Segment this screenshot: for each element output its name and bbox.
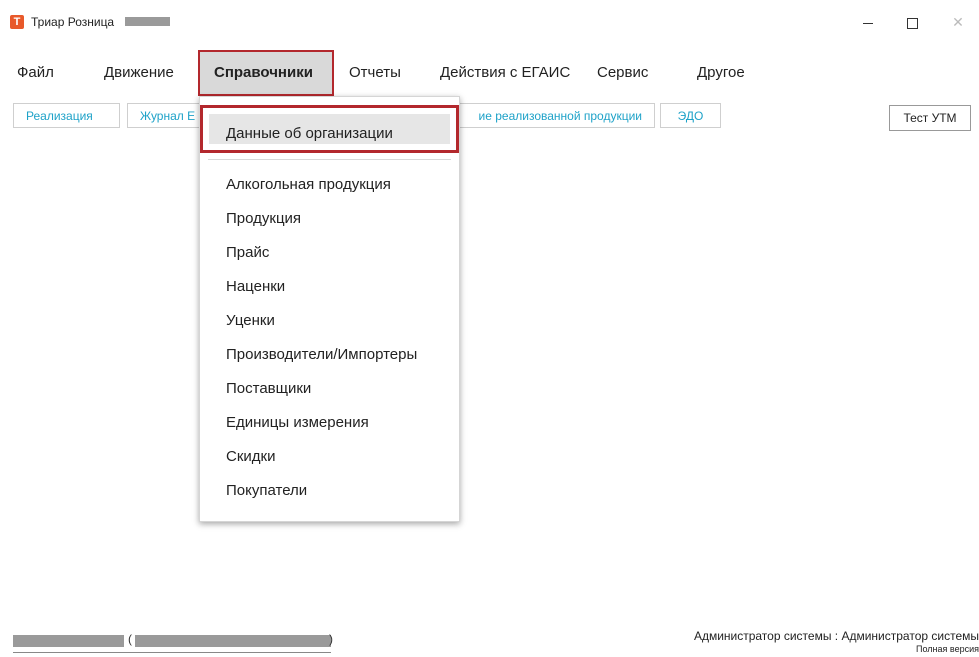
toolbar-sales-button[interactable]: Реализация xyxy=(13,103,120,128)
app-window: T Триар Розница ✕ Файл Движение Справочн… xyxy=(0,0,979,657)
menu-item-units[interactable]: Единицы измерения xyxy=(226,413,369,433)
menu-item-suppliers[interactable]: Поставщики xyxy=(226,379,311,399)
menu-egais-actions[interactable]: Действия с ЕГАИС xyxy=(440,50,570,96)
menu-item-manufacturers[interactable]: Производители/Импортеры xyxy=(226,345,417,365)
status-paren-open: ( xyxy=(128,632,132,646)
toolbar-edo-button[interactable]: ЭДО xyxy=(660,103,721,128)
close-button[interactable]: ✕ xyxy=(938,8,978,36)
redacted-org-name xyxy=(13,635,124,647)
menu-directories[interactable]: Справочники xyxy=(198,50,334,96)
menu-reports[interactable]: Отчеты xyxy=(349,50,401,96)
menu-item-markdowns[interactable]: Уценки xyxy=(226,311,275,331)
status-version: Полная версия xyxy=(916,644,979,654)
minimize-button[interactable] xyxy=(848,8,888,36)
menu-movement[interactable]: Движение xyxy=(104,50,174,96)
window-title: Триар Розница xyxy=(31,15,115,29)
menu-item-price[interactable]: Прайс xyxy=(226,243,269,263)
menu-other[interactable]: Другое xyxy=(697,50,745,96)
status-user: Администратор системы : Администратор си… xyxy=(693,629,979,643)
close-icon: ✕ xyxy=(952,14,964,30)
status-underline xyxy=(13,652,331,653)
app-icon: T xyxy=(10,15,24,29)
redacted-title-part xyxy=(125,17,170,26)
menu-item-products[interactable]: Продукция xyxy=(226,209,301,229)
redacted-org-details xyxy=(135,635,331,647)
maximize-button[interactable] xyxy=(892,8,932,36)
menu-item-discounts[interactable]: Скидки xyxy=(226,447,275,467)
status-paren-close: ) xyxy=(329,632,333,646)
menu-item-customers[interactable]: Покупатели xyxy=(226,481,307,501)
menu-item-organization-data[interactable]: Данные об организации xyxy=(226,124,393,144)
menu-item-alcohol-products[interactable]: Алкогольная продукция xyxy=(226,175,391,195)
menu-item-markups[interactable]: Наценки xyxy=(226,277,285,297)
menu-service[interactable]: Сервис xyxy=(597,50,648,96)
test-utm-button[interactable]: Тест УТМ xyxy=(889,105,971,131)
directories-dropdown-menu: Данные об организации Алкогольная продук… xyxy=(199,96,460,522)
maximize-icon xyxy=(906,17,918,29)
menu-file[interactable]: Файл xyxy=(17,50,54,96)
menu-separator xyxy=(208,159,451,160)
title-bar: T Триар Розница ✕ xyxy=(0,0,979,44)
minimize-icon xyxy=(863,22,873,24)
menu-bar: Файл Движение Справочники Отчеты Действи… xyxy=(0,50,979,96)
